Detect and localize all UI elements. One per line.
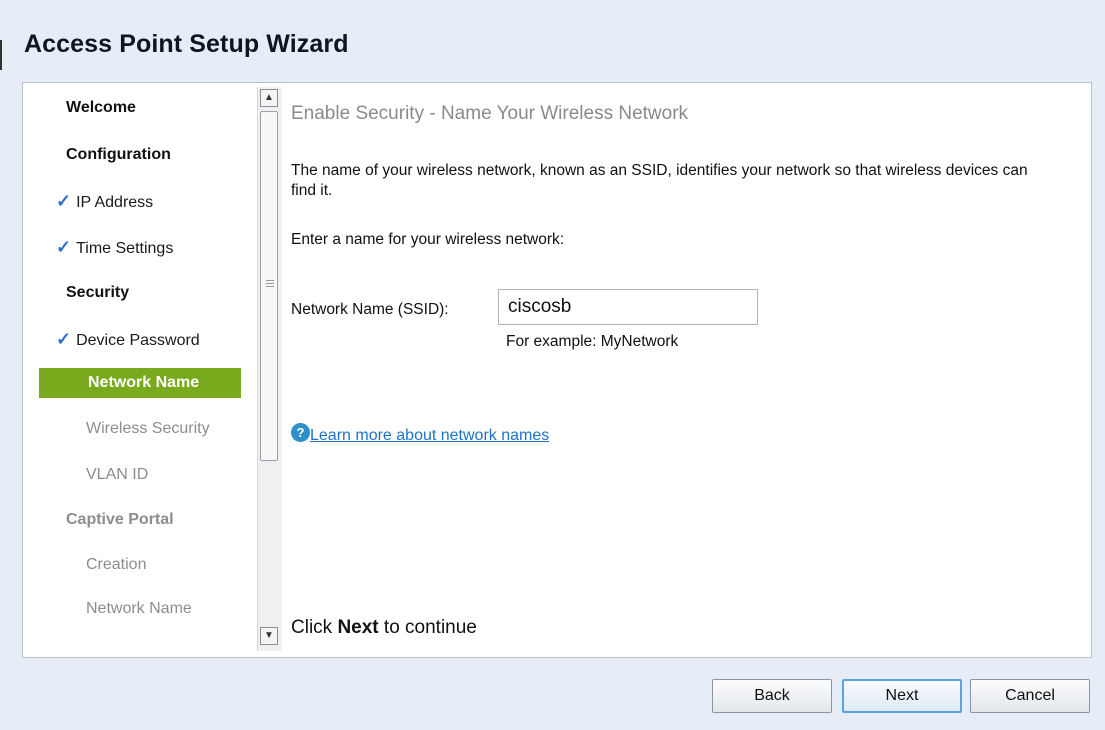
sidebar-item-network-name[interactable]: Network Name bbox=[39, 368, 241, 398]
sidebar-item-label: Welcome bbox=[66, 99, 136, 116]
sidebar-item-captive-portal: Captive Portal bbox=[39, 505, 266, 535]
sidebar-item-creation: Creation bbox=[39, 550, 286, 580]
sidebar-item-label: Network Name bbox=[86, 600, 192, 617]
chevron-down-icon[interactable]: ▼ bbox=[260, 627, 278, 645]
scrollbar-thumb[interactable] bbox=[260, 111, 278, 461]
ssid-input[interactable] bbox=[498, 289, 758, 325]
sidebar-item-label: Device Password bbox=[76, 332, 200, 349]
sidebar-item-device-password[interactable]: ✓ Device Password bbox=[39, 324, 256, 354]
sidebar-item-wireless-security: Wireless Security bbox=[39, 414, 286, 444]
sidebar-item-label: Security bbox=[66, 284, 130, 301]
help-row: ? Learn more about network names bbox=[291, 422, 549, 445]
chevron-up-icon[interactable]: ▲ bbox=[260, 89, 278, 107]
ssid-field-label: Network Name (SSID): bbox=[291, 301, 449, 318]
checkmark-icon: ✓ bbox=[56, 237, 72, 257]
intro-text: The name of your wireless network, known… bbox=[291, 162, 1028, 199]
sidebar-item-portal-network-name: Network Name bbox=[39, 594, 286, 624]
cancel-button[interactable]: Cancel bbox=[970, 679, 1090, 713]
back-button[interactable]: Back bbox=[712, 679, 832, 713]
sidebar-item-label: Network Name bbox=[88, 374, 200, 391]
checkmark-icon: ✓ bbox=[56, 191, 72, 211]
sidebar-item-label: Time Settings bbox=[76, 240, 174, 257]
continue-suffix: to continue bbox=[378, 617, 477, 638]
sidebar-item-label: IP Address bbox=[76, 194, 154, 211]
ssid-hint: For example: MyNetwork bbox=[506, 333, 679, 350]
grip-icon bbox=[266, 280, 274, 289]
sidebar-item-label: Wireless Security bbox=[86, 420, 210, 437]
sidebar-item-label: Configuration bbox=[66, 146, 171, 163]
checkmark-icon: ✓ bbox=[56, 329, 72, 349]
window-edge bbox=[0, 40, 2, 70]
continue-prefix: Click bbox=[291, 617, 338, 638]
wizard-panel: Welcome Configuration ✓ IP Address ✓ Time … bbox=[22, 82, 1092, 658]
wizard-content: Enable Security - Name Your Wireless Net… bbox=[291, 83, 1071, 657]
sidebar-item-vlan-id: VLAN ID bbox=[39, 460, 286, 490]
sidebar-item-ip-address[interactable]: ✓ IP Address bbox=[39, 186, 256, 216]
sidebar-item-label: VLAN ID bbox=[86, 466, 149, 483]
wizard-steps-sidebar: Welcome Configuration ✓ IP Address ✓ Time … bbox=[39, 83, 282, 657]
sidebar-scrollbar[interactable]: ▲ ▼ bbox=[257, 87, 282, 651]
learn-more-link[interactable]: Learn more about network names bbox=[310, 427, 549, 445]
step-title: Enable Security - Name Your Wireless Net… bbox=[291, 103, 689, 124]
continue-next-word: Next bbox=[337, 617, 379, 638]
next-button[interactable]: Next bbox=[842, 679, 962, 713]
sidebar-item-label: Creation bbox=[86, 556, 147, 573]
wizard-title: Access Point Setup Wizard bbox=[24, 30, 349, 58]
sidebar-item-welcome[interactable]: Welcome bbox=[39, 93, 266, 123]
help-circle-icon[interactable]: ? bbox=[291, 422, 310, 442]
prompt-text: Enter a name for your wireless network: bbox=[291, 231, 565, 248]
sidebar-item-security[interactable]: Security bbox=[39, 278, 266, 308]
sidebar-item-time-settings[interactable]: ✓ Time Settings bbox=[39, 232, 256, 262]
sidebar-item-configuration[interactable]: Configuration bbox=[39, 140, 266, 170]
sidebar-item-label: Captive Portal bbox=[66, 511, 174, 528]
continue-instruction: Click Next to continue bbox=[291, 617, 477, 639]
